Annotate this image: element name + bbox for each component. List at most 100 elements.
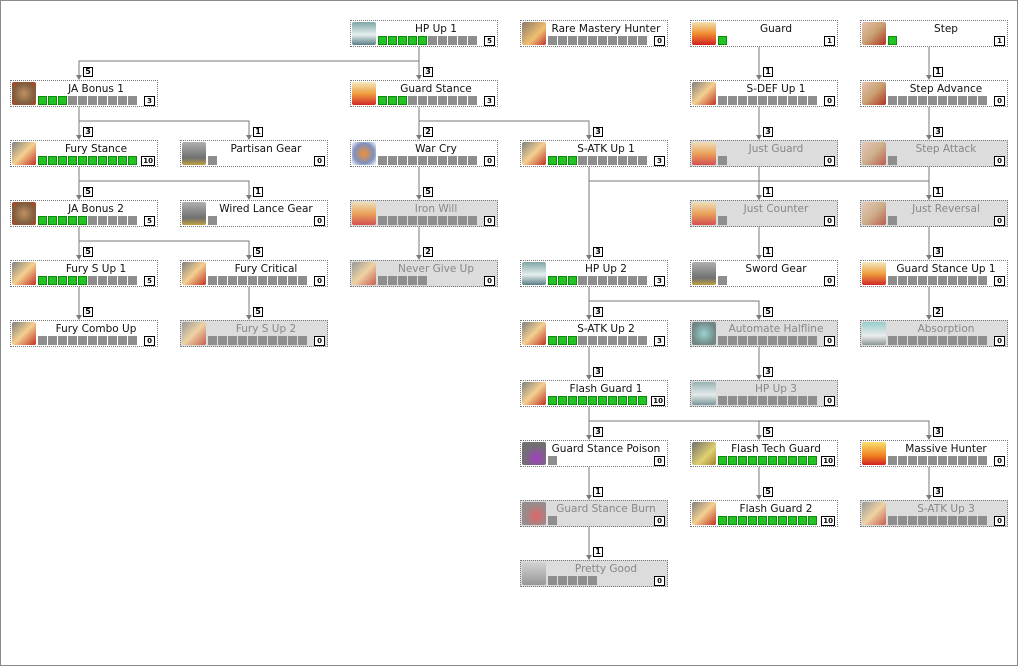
skill-level-bar: [718, 216, 727, 225]
skill-node-guard[interactable]: Guard 1: [690, 20, 838, 47]
skill-node-fg1[interactable]: Flash Guard 1 10: [520, 380, 668, 407]
skill-node-furys1[interactable]: Fury S Up 1 5: [10, 260, 158, 287]
skill-node-justrev[interactable]: Just Reversal 0: [860, 200, 1008, 227]
skill-node-gsb[interactable]: Guard Stance Burn 0: [520, 500, 668, 527]
current-level-badge: 10: [651, 396, 665, 406]
level-pip-empty: [728, 396, 737, 405]
skill-level-bar: [888, 36, 897, 45]
current-level-badge: 0: [314, 336, 325, 346]
skill-node-satk2[interactable]: S-ATK Up 2 3: [520, 320, 668, 347]
skill-node-autohalf[interactable]: Automate Halfline 0: [690, 320, 838, 347]
skill-node-gsu1[interactable]: Guard Stance Up 10: [860, 260, 1008, 287]
level-pip-empty: [458, 216, 467, 225]
current-level-badge: 0: [654, 36, 665, 46]
level-pip-learned: [78, 276, 87, 285]
level-pip-learned: [118, 156, 127, 165]
skill-name: Massive Hunter: [905, 443, 987, 455]
current-level-badge: 0: [314, 216, 325, 226]
skill-node-hp2[interactable]: HP Up 2 3: [520, 260, 668, 287]
skill-name: War Cry: [415, 143, 457, 155]
level-pip-empty: [88, 336, 97, 345]
skill-node-swordgear[interactable]: Sword Gear 0: [690, 260, 838, 287]
skill-node-furycrit[interactable]: Fury Critical 0: [180, 260, 328, 287]
skill-level-bar: [378, 96, 477, 105]
level-pip-learned: [718, 456, 727, 465]
skill-name: Just Counter: [743, 203, 809, 215]
skill-node-jab2[interactable]: JA Bonus 2 5: [10, 200, 158, 227]
skill-name: Iron Will: [414, 203, 458, 215]
skill-node-sdef1[interactable]: S-DEF Up 1 0: [690, 80, 838, 107]
skill-node-gsp[interactable]: Guard Stance Poison 0: [520, 440, 668, 467]
level-pip-empty: [918, 96, 927, 105]
skill-node-step[interactable]: Step 1: [860, 20, 1008, 47]
level-pip-learned: [128, 156, 137, 165]
skill-node-stepadv[interactable]: Step Advance 0: [860, 80, 1008, 107]
level-pip-empty: [418, 216, 427, 225]
skill-node-partisan[interactable]: Partisan Gear 0: [180, 140, 328, 167]
skill-node-prettygood[interactable]: Pretty Good 0: [520, 560, 668, 587]
level-pip-empty: [208, 216, 217, 225]
level-pip-empty: [288, 276, 297, 285]
skill-node-rmh[interactable]: Rare Mastery Hunter 0: [520, 20, 668, 47]
current-level-badge: 3: [654, 276, 665, 286]
level-pip-empty: [288, 336, 297, 345]
skill-node-absorb[interactable]: Absorption 0: [860, 320, 1008, 347]
level-pip-empty: [608, 336, 617, 345]
level-pip-learned: [58, 156, 67, 165]
level-pip-empty: [408, 96, 417, 105]
skill-level-bar: [38, 276, 137, 285]
required-level-badge: 3: [593, 367, 603, 377]
required-level-badge: 3: [593, 247, 603, 257]
level-pip-empty: [38, 336, 47, 345]
required-level-badge: 2: [423, 127, 433, 137]
skill-node-justguard[interactable]: Just Guard 0: [690, 140, 838, 167]
current-level-badge: 0: [144, 336, 155, 346]
skill-node-gs[interactable]: Guard Stance 3: [350, 80, 498, 107]
skill-node-satk1[interactable]: S-ATK Up 1 3: [520, 140, 668, 167]
required-level-badge: 1: [763, 187, 773, 197]
skill-node-jab1[interactable]: JA Bonus 1 3: [10, 80, 158, 107]
skill-node-satk3[interactable]: S-ATK Up 3 0: [860, 500, 1008, 527]
level-pip-empty: [978, 276, 987, 285]
skill-node-warcry[interactable]: War Cry 0: [350, 140, 498, 167]
skill-level-bar: [888, 216, 897, 225]
skill-node-massive[interactable]: Massive Hunter 0: [860, 440, 1008, 467]
level-pip-learned: [628, 396, 637, 405]
level-pip-empty: [888, 516, 897, 525]
skill-level-bar: [208, 216, 217, 225]
level-pip-empty: [888, 96, 897, 105]
skill-node-wired[interactable]: Wired Lance Gear 0: [180, 200, 328, 227]
skill-node-fury[interactable]: Fury Stance 10: [10, 140, 158, 167]
skill-node-furycombo[interactable]: Fury Combo Up 0: [10, 320, 158, 347]
level-pip-learned: [728, 516, 737, 525]
level-pip-learned: [788, 516, 797, 525]
skill-level-bar: [378, 216, 477, 225]
level-pip-empty: [798, 96, 807, 105]
level-pip-empty: [938, 276, 947, 285]
level-pip-learned: [558, 276, 567, 285]
level-pip-empty: [628, 156, 637, 165]
current-level-badge: 0: [824, 96, 835, 106]
level-pip-empty: [778, 396, 787, 405]
level-pip-empty: [718, 276, 727, 285]
skill-node-furys2[interactable]: Fury S Up 2 0: [180, 320, 328, 347]
required-level-badge: 3: [933, 487, 943, 497]
level-pip-empty: [898, 276, 907, 285]
skill-node-fg2[interactable]: Flash Guard 2 10: [690, 500, 838, 527]
level-pip-empty: [228, 336, 237, 345]
skill-node-ngu[interactable]: Never Give Up 0: [350, 260, 498, 287]
level-pip-empty: [428, 96, 437, 105]
skill-node-justcounter[interactable]: Just Counter 0: [690, 200, 838, 227]
skill-node-stepatk[interactable]: Step Attack 0: [860, 140, 1008, 167]
skill-node-hp3[interactable]: HP Up 3 0: [690, 380, 838, 407]
skill-name: Just Reversal: [912, 203, 980, 215]
skill-node-ironwill[interactable]: Iron Will 0: [350, 200, 498, 227]
skill-node-hp1[interactable]: HP Up 1 5: [350, 20, 498, 47]
step-icon: [862, 22, 886, 45]
level-pip-empty: [428, 156, 437, 165]
level-pip-empty: [218, 336, 227, 345]
level-pip-learned: [798, 516, 807, 525]
level-pip-empty: [418, 156, 427, 165]
skill-node-ftg[interactable]: Flash Tech Guard 10: [690, 440, 838, 467]
current-level-badge: 0: [994, 96, 1005, 106]
